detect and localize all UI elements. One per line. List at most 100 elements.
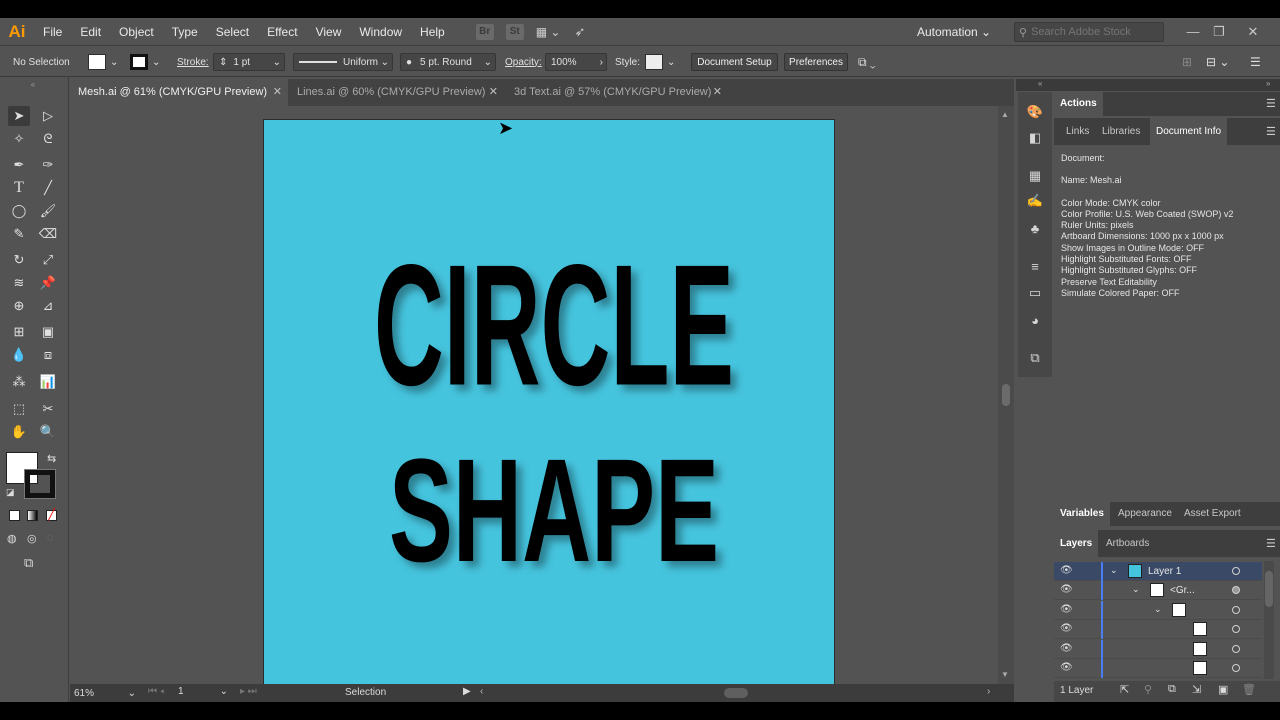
restore-icon[interactable]: ❐ <box>1206 18 1232 46</box>
search-stock-input[interactable] <box>1031 26 1154 38</box>
visibility-eye-icon[interactable]: 👁 <box>1060 624 1074 634</box>
stroke-label[interactable]: Stroke: <box>177 47 209 77</box>
scale-tool-icon[interactable]: ⤢ <box>37 250 59 270</box>
stroke-weight-field[interactable]: ⇕ 1 pt ⌄ <box>213 53 285 71</box>
target-circle-icon[interactable] <box>1232 664 1240 672</box>
tab-layers[interactable]: Layers <box>1054 530 1099 557</box>
bridge-icon[interactable]: Br <box>475 23 494 40</box>
shape-builder-tool-icon[interactable]: ⊕ <box>8 296 30 316</box>
scroll-down-icon[interactable]: ▼ <box>1001 670 1009 679</box>
menu-type[interactable]: Type <box>163 18 207 46</box>
menu-object[interactable]: Object <box>110 18 163 46</box>
collapse-icon[interactable]: « <box>3 80 63 89</box>
panel-menu-icon[interactable]: ☰ <box>1266 97 1276 110</box>
menu-edit[interactable]: Edit <box>71 18 110 46</box>
gradient-mode-icon[interactable] <box>27 510 38 521</box>
collect-for-export-icon[interactable]: ⇱ <box>1120 683 1129 696</box>
line-tool-icon[interactable]: ╱ <box>37 178 59 198</box>
stock-icon[interactable]: St <box>505 23 524 40</box>
expand-arrow-icon[interactable]: ⌄ <box>1154 604 1162 615</box>
scroll-thumb[interactable] <box>1002 384 1010 406</box>
horizontal-scroll-thumb[interactable] <box>724 688 748 698</box>
workspace-switcher[interactable]: Automation ⌄ <box>917 18 991 46</box>
tab-appearance[interactable]: Appearance <box>1112 502 1178 526</box>
scroll-up-icon[interactable]: ▲ <box>1001 110 1009 119</box>
scroll-right-icon[interactable]: › <box>987 686 990 697</box>
tab-links[interactable]: Links <box>1060 118 1095 145</box>
preferences-button[interactable]: Preferences <box>784 53 848 71</box>
eyedropper-tool-icon[interactable]: 💧 <box>8 345 30 365</box>
menu-window[interactable]: Window <box>350 18 411 46</box>
transform-icon[interactable]: ⊟ ⌄ <box>1206 47 1229 77</box>
layer-row[interactable]: 👁 ⌄ Layer 1 <box>1054 562 1262 581</box>
target-circle-icon[interactable] <box>1232 567 1240 575</box>
none-mode-icon[interactable]: ╱ <box>46 510 57 521</box>
close-icon[interactable]: ✕ <box>489 79 498 106</box>
tab-3d-text[interactable]: 3d Text.ai @ 57% (CMYK/GPU Preview) ✕ <box>506 79 728 106</box>
mesh-tool-icon[interactable]: ⊞ <box>8 322 30 342</box>
tab-variables[interactable]: Variables <box>1054 502 1110 526</box>
layer-row[interactable]: 👁 <box>1054 659 1262 678</box>
menu-select[interactable]: Select <box>207 18 258 46</box>
target-circle-icon[interactable] <box>1232 606 1240 614</box>
expand-arrow-icon[interactable]: ⌄ <box>1132 584 1140 595</box>
symbols-icon[interactable]: ♣ <box>1026 220 1044 236</box>
stroke-icon[interactable]: ≡ <box>1026 258 1044 274</box>
tab-lines[interactable]: Lines.ai @ 60% (CMYK/GPU Preview) ✕ <box>289 79 504 106</box>
layer-row[interactable]: 👁 ⌄ <box>1054 601 1262 620</box>
tab-asset-export[interactable]: Asset Export <box>1178 502 1247 526</box>
close-icon[interactable]: ✕ <box>713 79 722 106</box>
document-setup-button[interactable]: Document Setup <box>691 53 778 71</box>
locate-object-icon[interactable]: ⚲ <box>1144 683 1152 696</box>
stroke-color-box[interactable] <box>24 469 56 499</box>
close-icon[interactable]: ✕ <box>273 79 282 106</box>
screen-mode-icon[interactable]: ⧉ <box>24 555 33 571</box>
stroke-swatch[interactable]: ⌄ <box>130 47 160 77</box>
menu-help[interactable]: Help <box>411 18 454 46</box>
visibility-eye-icon[interactable]: 👁 <box>1060 663 1074 673</box>
column-graph-tool-icon[interactable]: 📊 <box>37 372 59 392</box>
export-icon[interactable]: ⧉ <box>1026 350 1044 366</box>
paintbrush-tool-icon[interactable]: 🖌 <box>37 201 59 221</box>
layer-row[interactable]: 👁 <box>1054 640 1262 659</box>
pencil-tool-icon[interactable]: ✎ <box>8 224 30 244</box>
artboard[interactable]: CIRCLE SHAPE <box>263 119 835 684</box>
expand-icon[interactable]: » <box>1266 79 1270 88</box>
tab-document-info[interactable]: Document Info <box>1150 118 1228 145</box>
menu-file[interactable]: File <box>34 18 71 46</box>
layer-row[interactable]: 👁 ⌄ <Gr... <box>1054 581 1262 600</box>
eraser-tool-icon[interactable]: ⌫ <box>37 224 59 244</box>
visibility-eye-icon[interactable]: 👁 <box>1060 566 1074 576</box>
direct-selection-tool-icon[interactable]: ▷ <box>37 106 59 126</box>
gpu-performance-icon[interactable]: ➶ <box>574 24 585 40</box>
swap-colors-icon[interactable]: ⇆ <box>47 452 56 465</box>
fill-swatch[interactable]: ⌄ <box>88 47 118 77</box>
color-guide-icon[interactable]: ◧ <box>1026 130 1044 146</box>
gradient-icon[interactable]: ▭ <box>1026 285 1044 301</box>
vertical-scrollbar[interactable]: ▲ ▼ <box>998 106 1014 684</box>
pen-tool-icon[interactable]: ✒ <box>8 155 30 175</box>
warp-tool-icon[interactable]: ≋ <box>8 273 30 293</box>
status-menu-icon[interactable]: ▶ <box>463 686 471 697</box>
color-icon[interactable]: 🎨 <box>1026 104 1044 120</box>
default-colors-icon[interactable]: ◪ <box>6 487 16 497</box>
expand-arrow-icon[interactable]: ⌄ <box>1110 565 1118 576</box>
arrange-icon[interactable]: ⧉ ⌄ <box>858 47 876 77</box>
layers-scroll-thumb[interactable] <box>1265 571 1273 607</box>
visibility-eye-icon[interactable]: 👁 <box>1060 585 1074 595</box>
target-circle-icon[interactable] <box>1232 586 1240 594</box>
last-artboard-icon[interactable]: ▸ ⏭ <box>240 686 257 697</box>
arrange-documents-icon[interactable]: ▦ ⌄ <box>536 25 561 39</box>
gradient-tool-icon[interactable]: ▣ <box>37 322 59 342</box>
zoom-field[interactable]: 61% ⌄ <box>74 686 136 700</box>
circle-shape-artwork[interactable]: CIRCLE SHAPE <box>264 120 836 684</box>
brush-definition[interactable]: ● 5 pt. Round ⌄ <box>400 53 496 71</box>
blend-tool-icon[interactable]: ⧈ <box>37 345 59 365</box>
target-circle-icon[interactable] <box>1232 645 1240 653</box>
magic-wand-tool-icon[interactable]: ✧ <box>8 129 30 149</box>
control-menu-icon[interactable]: ☰ <box>1250 47 1261 77</box>
draw-behind-icon[interactable]: ◎ <box>27 532 37 545</box>
opacity-label[interactable]: Opacity: <box>505 47 542 77</box>
transparency-icon[interactable]: ◕ <box>1026 312 1044 328</box>
slice-tool-icon[interactable]: ✂ <box>37 399 59 419</box>
